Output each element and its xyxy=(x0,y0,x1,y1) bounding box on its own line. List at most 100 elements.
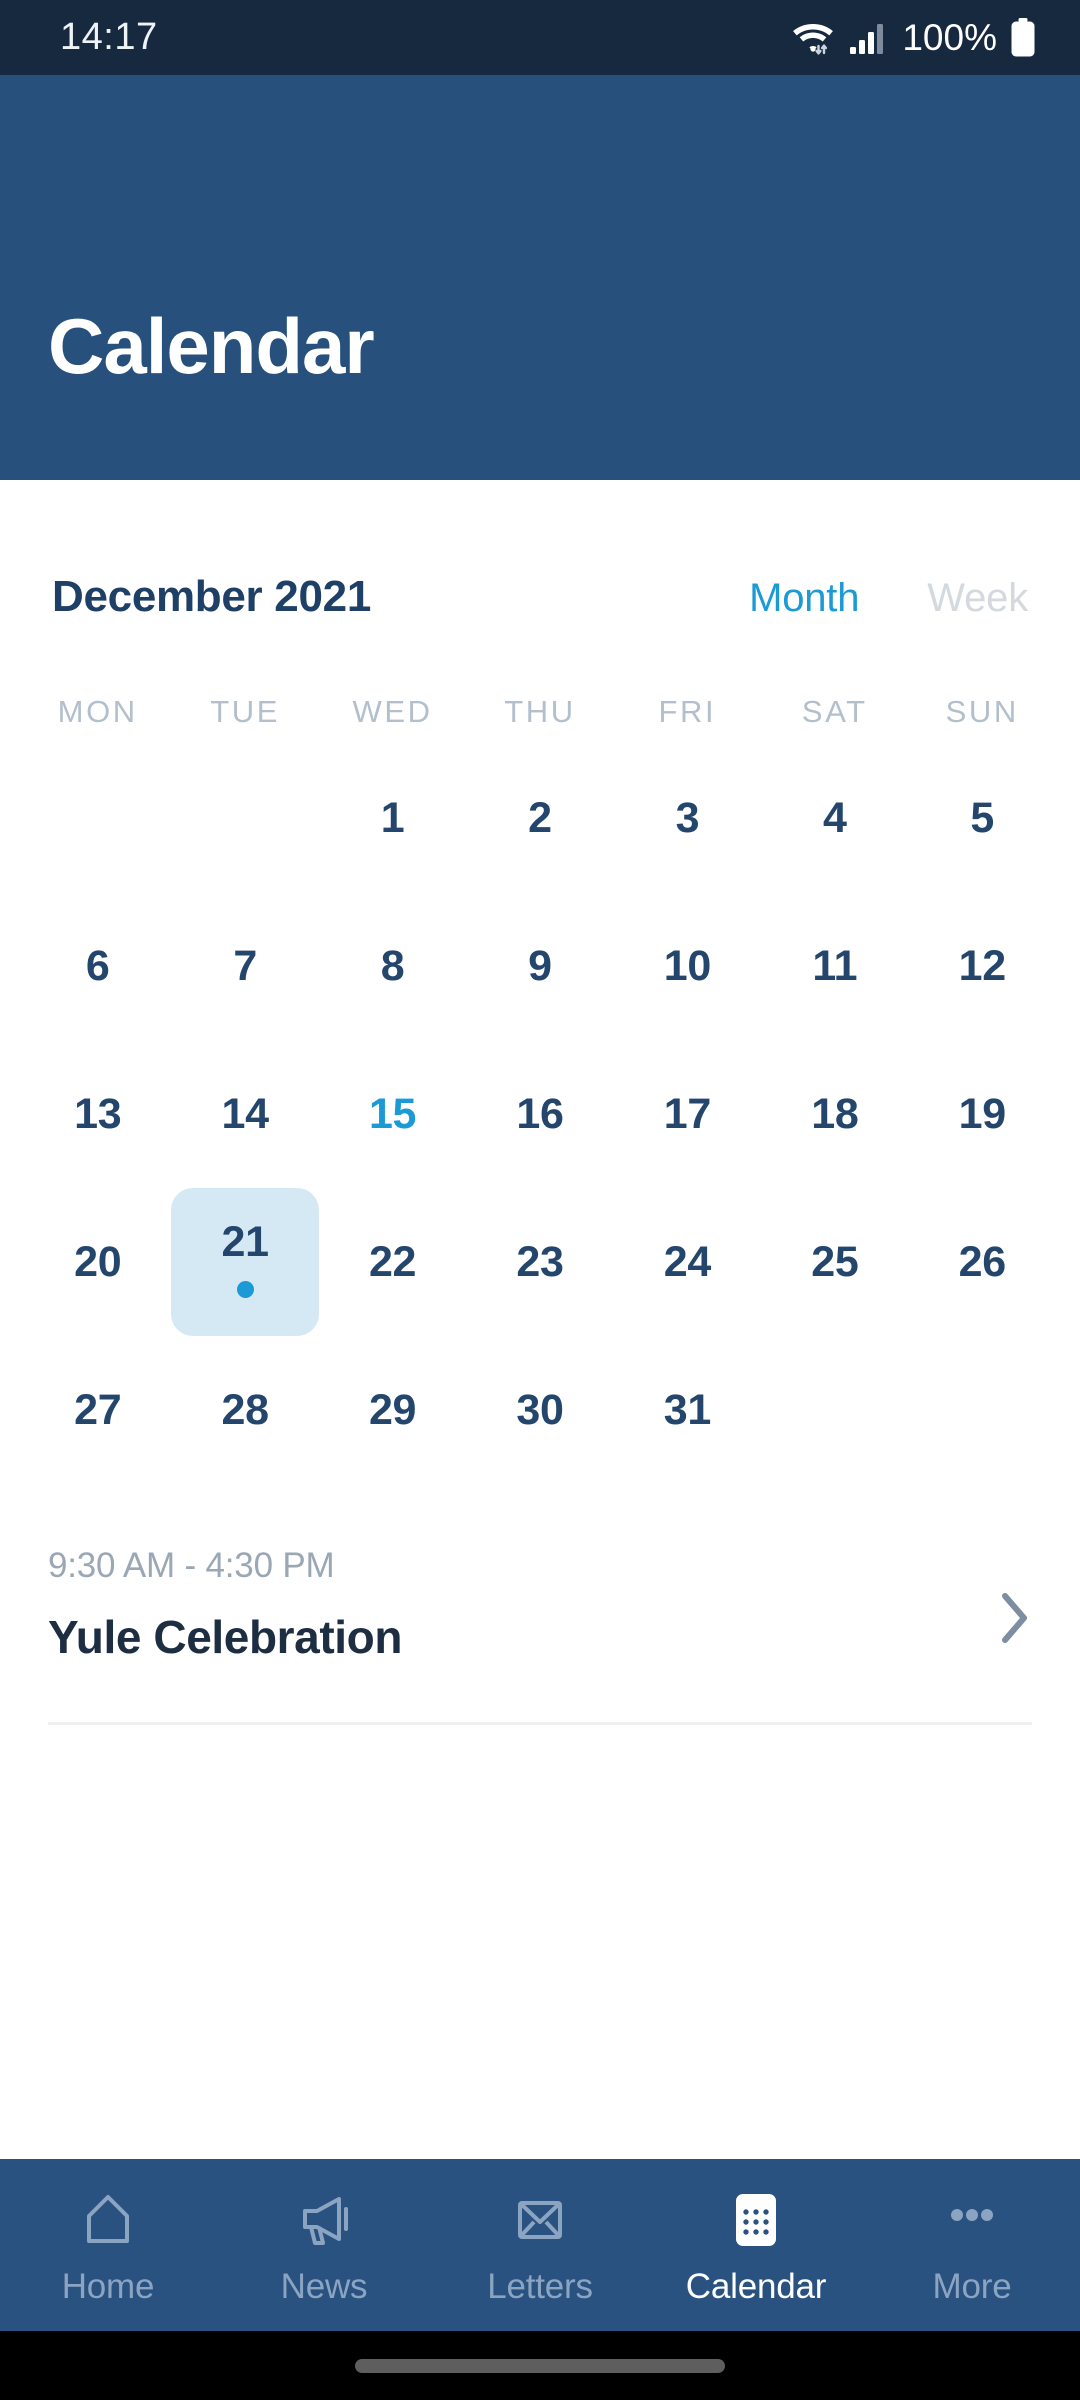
calendar-day-31[interactable]: 31 xyxy=(614,1336,761,1484)
calendar-day-8[interactable]: 8 xyxy=(319,892,466,1040)
day-number: 28 xyxy=(221,1385,270,1434)
day-number: 16 xyxy=(516,1089,564,1138)
day-number: 13 xyxy=(74,1089,122,1138)
day-number: 27 xyxy=(74,1385,122,1434)
calendar-day-10[interactable]: 10 xyxy=(614,892,761,1040)
day-number: 24 xyxy=(663,1237,712,1286)
status-icons: 100% xyxy=(790,17,1036,59)
calendar-cell-empty xyxy=(761,1336,908,1484)
day-number: 31 xyxy=(663,1385,712,1434)
ellipsis-icon xyxy=(941,2189,1003,2251)
calendar-day-1[interactable]: 1 xyxy=(319,744,466,892)
calendar-day-16[interactable]: 16 xyxy=(466,1040,613,1188)
view-option-month[interactable]: Month xyxy=(749,576,859,621)
nav-label-news: News xyxy=(280,2267,368,2306)
status-bar: 14:17 100% xyxy=(0,0,1080,75)
day-number: 18 xyxy=(811,1089,859,1138)
calendar-controls: December 2021 Month Week xyxy=(0,572,1080,622)
weekday-label-thu: THU xyxy=(504,694,576,729)
calendar-day-14[interactable]: 14 xyxy=(171,1040,318,1188)
calendar-cell-empty xyxy=(909,1336,1056,1484)
day-number: 7 xyxy=(233,941,257,990)
weekday-label-tue: TUE xyxy=(210,694,281,729)
calendar-day-25[interactable]: 25 xyxy=(761,1188,908,1336)
day-number: 12 xyxy=(958,941,1007,990)
bottom-navigation: Home News Letters Calendar More xyxy=(0,2159,1080,2331)
calendar-day-6[interactable]: 6 xyxy=(24,892,171,1040)
calendar-week-row: 13 14 15 16 17 18 19 xyxy=(24,1040,1056,1188)
calendar-day-4[interactable]: 4 xyxy=(761,744,908,892)
calendar-day-24[interactable]: 24 xyxy=(614,1188,761,1336)
day-number: 22 xyxy=(368,1237,417,1286)
day-number: 17 xyxy=(663,1089,712,1138)
nav-label-home: Home xyxy=(61,2267,155,2306)
calendar-day-11[interactable]: 11 xyxy=(761,892,908,1040)
day-number: 11 xyxy=(812,941,858,990)
day-number: 25 xyxy=(811,1237,859,1286)
day-number: 21 xyxy=(221,1217,270,1266)
event-time: 9:30 AM - 4:30 PM xyxy=(48,1546,335,1585)
view-toggle: Month Week xyxy=(749,576,1028,621)
status-time: 14:17 xyxy=(60,16,158,58)
home-icon xyxy=(79,2189,137,2251)
calendar-day-23[interactable]: 23 xyxy=(466,1188,613,1336)
calendar-day-5[interactable]: 5 xyxy=(909,744,1056,892)
list-item[interactable]: 9:30 AM - 4:30 PM Yule Celebration xyxy=(0,1546,1080,1664)
view-option-week[interactable]: Week xyxy=(927,576,1028,621)
event-dot xyxy=(236,1280,254,1298)
day-number: 14 xyxy=(221,1089,270,1138)
day-number: 2 xyxy=(528,793,552,842)
calendar-grid: MON TUE WED THU FRI SAT SUN 1 2 3 4 5 6 7 8 9 10 11 12 13 1… xyxy=(0,680,1080,1484)
calendar-day-26[interactable]: 26 xyxy=(909,1188,1056,1336)
calendar-day-2[interactable]: 2 xyxy=(466,744,613,892)
calendar-day-22[interactable]: 22 xyxy=(319,1188,466,1336)
day-number: 23 xyxy=(516,1237,564,1286)
nav-item-calendar[interactable]: Calendar xyxy=(648,2159,864,2331)
day-number: 20 xyxy=(74,1237,122,1286)
calendar-day-27[interactable]: 27 xyxy=(24,1336,171,1484)
nav-label-calendar: Calendar xyxy=(685,2267,827,2306)
calendar-day-18[interactable]: 18 xyxy=(761,1040,908,1188)
main-content: December 2021 Month Week MON TUE WED THU FRI… xyxy=(0,480,1080,2159)
weekday-label-sat: SAT xyxy=(801,694,868,729)
calendar-day-20[interactable]: 20 xyxy=(24,1188,171,1336)
calendar-day-12[interactable]: 12 xyxy=(909,892,1056,1040)
calendar-day-21[interactable]: 21 xyxy=(171,1188,320,1336)
envelope-icon xyxy=(509,2189,571,2251)
nav-item-letters[interactable]: Letters xyxy=(432,2159,648,2331)
weekday-label-mon: MON xyxy=(57,694,138,729)
nav-item-home[interactable]: Home xyxy=(0,2159,216,2331)
event-title: Yule Celebration xyxy=(48,1611,403,1663)
day-number: 29 xyxy=(368,1385,417,1434)
calendar-day-15[interactable]: 15 xyxy=(319,1040,466,1188)
home-indicator[interactable] xyxy=(355,2358,725,2373)
calendar-day-3[interactable]: 3 xyxy=(614,744,761,892)
calendar-day-17[interactable]: 17 xyxy=(614,1040,761,1188)
nav-label-letters: Letters xyxy=(487,2267,593,2306)
gesture-area xyxy=(0,2331,1080,2400)
day-number: 30 xyxy=(516,1385,564,1434)
chevron-right-icon[interactable] xyxy=(998,1590,1032,1651)
event-list: 9:30 AM - 4:30 PM Yule Celebration xyxy=(0,1546,1080,1725)
day-number: 10 xyxy=(663,941,712,990)
calendar-day-19[interactable]: 19 xyxy=(909,1040,1056,1188)
calendar-day-28[interactable]: 28 xyxy=(171,1336,318,1484)
calendar-day-30[interactable]: 30 xyxy=(466,1336,613,1484)
nav-item-news[interactable]: News xyxy=(216,2159,432,2331)
wifi-icon xyxy=(790,20,836,56)
megaphone-icon xyxy=(293,2189,355,2251)
nav-label-more: More xyxy=(932,2267,1012,2306)
calendar-day-9[interactable]: 9 xyxy=(466,892,613,1040)
day-number: 6 xyxy=(85,941,110,990)
calendar-day-29[interactable]: 29 xyxy=(319,1336,466,1484)
calendar-week-row: 27 28 29 30 31 xyxy=(24,1336,1056,1484)
calendar-day-13[interactable]: 13 xyxy=(24,1040,171,1188)
calendar-week-row: 6 7 8 9 10 11 12 xyxy=(24,892,1056,1040)
weekday-label-wed: WED xyxy=(352,694,433,729)
list-divider xyxy=(48,1722,1032,1725)
calendar-cell-empty xyxy=(24,744,171,892)
day-number: 8 xyxy=(380,941,405,990)
nav-item-more[interactable]: More xyxy=(864,2159,1080,2331)
calendar-week-row: 20 21 22 23 24 25 26 xyxy=(24,1188,1056,1336)
calendar-day-7[interactable]: 7 xyxy=(171,892,318,1040)
